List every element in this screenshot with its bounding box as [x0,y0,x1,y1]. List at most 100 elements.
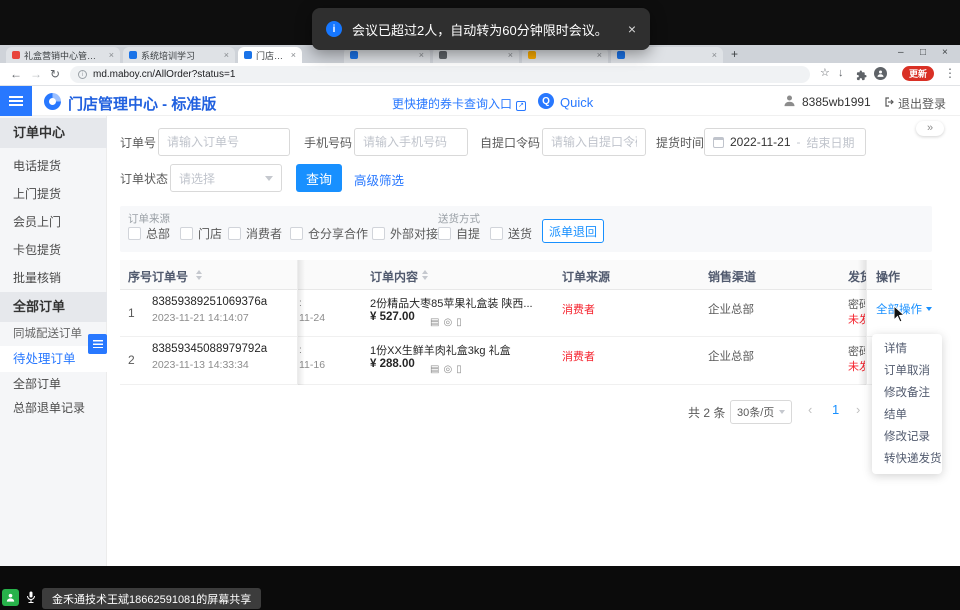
row-price: ¥ 527.00 [370,311,415,323]
checkbox[interactable] [228,227,241,240]
sidebar-item-all-orders[interactable]: 全部订单 [0,372,107,396]
row-price: ¥ 288.00 [370,358,415,370]
tab-close-icon[interactable]: × [597,50,602,60]
checkbox-option-consumer[interactable]: 消费者 [228,225,282,242]
pagination-page-1[interactable]: 1 [832,402,839,417]
checkbox-label: 外部对接 [390,225,438,242]
window-maximize-icon[interactable]: □ [920,47,926,58]
checkbox[interactable] [372,227,385,240]
checkbox-option-store[interactable]: 门店 [180,225,222,242]
date-range-picker[interactable]: 2022-11-21 - 结束日期 [704,128,866,156]
sidebar-group-order-center[interactable]: 订单中心 [0,118,107,148]
coupon-query-link[interactable]: 更快捷的券卡查询入口↗ [392,95,526,112]
browser-tab-3-active[interactable]: 门店管理中心 × [238,47,302,63]
pagination-prev-icon[interactable]: ‹ [808,402,812,417]
tab-close-icon[interactable]: × [291,50,296,60]
order-no-input[interactable] [158,128,290,156]
checkbox[interactable] [490,227,503,240]
address-bar[interactable]: i md.maboy.cn/AllOrder?status=1 [70,66,810,83]
menu-item-express-ship[interactable]: 转快递发货 [872,448,942,470]
tab-close-icon[interactable]: × [508,50,513,60]
external-link-icon: ↗ [516,101,526,111]
sidebar-item-phone-pickup[interactable]: 电话提货 [0,152,107,180]
checkbox[interactable] [180,227,193,240]
hamburger-menu-button[interactable] [0,86,32,116]
tab-close-icon[interactable]: × [712,50,717,60]
download-icon[interactable]: ↓ [838,68,844,79]
order-status-select[interactable]: 请选择 [170,164,282,192]
sidebar-item-batch-verify[interactable]: 批量核销 [0,264,107,292]
site-info-icon[interactable]: i [78,70,87,79]
checkbox-option-self-pickup[interactable]: 自提 [438,225,480,242]
reload-icon[interactable]: ↻ [50,68,60,80]
back-icon[interactable]: ← [10,68,22,80]
username[interactable]: 8385wb1991 [802,95,871,109]
search-button[interactable]: 查询 [296,164,342,192]
note-icon[interactable]: ▤ [430,364,439,375]
sidebar-item-member[interactable]: 会员上门 [0,208,107,236]
checkbox-label: 消费者 [246,225,282,242]
quick-icon[interactable]: Q [538,93,554,109]
date-start-value[interactable]: 2022-11-21 [730,135,791,149]
forward-icon[interactable]: → [30,68,42,80]
chrome-update-button[interactable]: 更新 [902,66,934,81]
checkbox-option-hq[interactable]: 总部 [128,225,170,242]
row-order-no: 83859389251069376a [152,296,267,308]
browser-tab-2[interactable]: 系统培训学习 × [123,47,235,63]
service-icon[interactable]: ◎ [443,364,452,375]
service-icon[interactable]: ◎ [443,317,452,328]
menu-item-close-order[interactable]: 结单 [872,404,942,426]
pagination-next-icon[interactable]: › [856,402,860,417]
checkbox-label: 送货 [508,225,532,242]
tab-close-icon[interactable]: × [224,50,229,60]
sidebar-item-card-pickup[interactable]: 卡包提货 [0,236,107,264]
checkbox[interactable] [438,227,451,240]
date-end-placeholder[interactable]: 结束日期 [807,134,855,151]
checkbox[interactable] [290,227,303,240]
extensions-puzzle-icon[interactable] [856,68,867,86]
window-close-icon[interactable]: × [942,47,948,58]
sidebar-item-hq-return-records[interactable]: 总部退单记录 [0,396,107,420]
toast-close-icon[interactable]: × [628,21,636,37]
menu-item-edit-history[interactable]: 修改记录 [872,426,942,448]
menu-item-detail[interactable]: 详情 [872,338,942,360]
tab-close-icon[interactable]: × [109,50,114,60]
collapse-panel-button[interactable]: » [916,121,944,136]
col-header-channel: 销售渠道 [708,268,756,285]
checkbox[interactable] [128,227,141,240]
window-minimize-icon[interactable]: – [898,47,904,58]
tab-favicon [244,51,252,59]
sort-icon[interactable] [422,270,428,280]
browser-menu-dots-icon[interactable]: ⋮ [944,66,956,80]
profile-avatar[interactable] [874,67,887,80]
sidebar-drag-handle[interactable] [88,334,107,354]
row-order-time: 2023-11-13 14:33:34 [152,359,249,371]
checkbox-option-warehouse-share[interactable]: 仓分享合作 [290,225,368,242]
checkbox-option-delivery[interactable]: 送货 [490,225,532,242]
meeting-toast: i 会议已超过2人，自动转为60分钟限时会议。 × [312,8,650,50]
tab-close-icon[interactable]: × [419,50,424,60]
row-content: 2份精品大枣85苹果礼盒装 陕西... [370,295,552,311]
order-status-label: 订单状态 [120,170,168,187]
pickup-code-input[interactable] [542,128,646,156]
sidebar-group-all-orders[interactable]: 全部订单 [0,292,107,322]
new-tab-button[interactable]: + [731,47,738,61]
dispatch-return-button[interactable]: 派单退回 [542,219,604,243]
sort-icon[interactable] [196,270,202,280]
menu-item-cancel-order[interactable]: 订单取消 [872,360,942,382]
browser-tab-1[interactable]: 礼盒营销中心管理中心 × [6,47,120,63]
menu-item-edit-remark[interactable]: 修改备注 [872,382,942,404]
phone-icon[interactable]: ▯ [456,317,462,328]
chevron-down-icon [265,176,273,181]
page-size-select[interactable]: 30条/页 [730,400,792,424]
checkbox-label: 自提 [456,225,480,242]
advanced-filter-link[interactable]: 高级筛选 [354,170,404,189]
logout-button[interactable]: 退出登录 [898,95,946,112]
sidebar-item-door-pickup[interactable]: 上门提货 [0,180,107,208]
phone-input[interactable] [354,128,468,156]
note-icon[interactable]: ▤ [430,317,439,328]
phone-icon[interactable]: ▯ [456,364,462,375]
quick-link[interactable]: Quick [560,95,593,110]
bookmark-star-icon[interactable]: ☆ [820,68,830,79]
checkbox-option-external[interactable]: 外部对接 [372,225,438,242]
